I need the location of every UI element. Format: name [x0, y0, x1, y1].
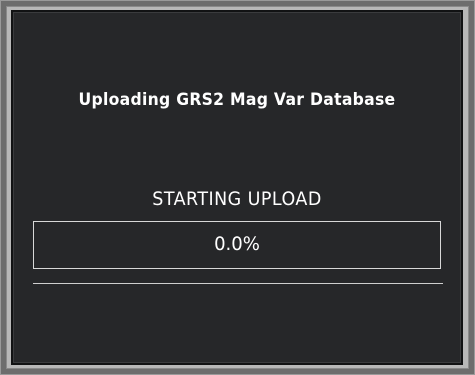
- upload-progress-percent: 0.0%: [214, 233, 260, 255]
- upload-title: Uploading GRS2 Mag Var Database: [78, 90, 396, 110]
- upload-progress-bar: 0.0%: [33, 221, 441, 269]
- upload-dialog-screen: Uploading GRS2 Mag Var Database STARTING…: [11, 10, 463, 365]
- upload-status-text: STARTING UPLOAD: [152, 188, 322, 210]
- horizontal-divider: [33, 283, 443, 284]
